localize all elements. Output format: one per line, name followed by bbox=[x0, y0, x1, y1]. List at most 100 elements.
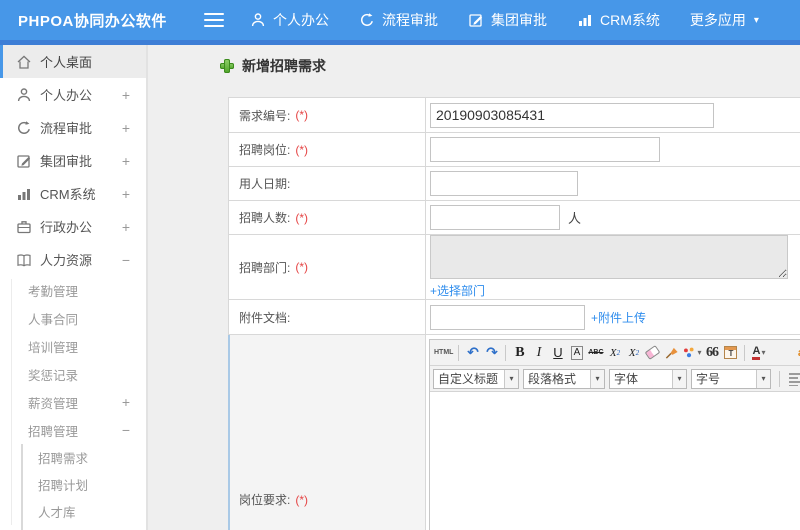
field-label: 岗位要求: (*) bbox=[228, 335, 426, 530]
expand-icon[interactable]: + bbox=[122, 153, 130, 169]
book-icon bbox=[16, 252, 32, 268]
sidebar-item-label: 招聘需求 bbox=[38, 452, 89, 466]
hamburger-menu-icon[interactable] bbox=[204, 13, 224, 27]
required-mark: (*) bbox=[295, 210, 309, 225]
strikethrough-button[interactable]: ABC bbox=[587, 343, 604, 363]
collapse-icon[interactable]: − bbox=[122, 422, 130, 438]
sidebar-item-reward-punishment[interactable]: 奖惩记录 bbox=[0, 360, 146, 388]
chevron-down-icon: ▾ bbox=[697, 348, 702, 357]
hire-date-input[interactable] bbox=[430, 171, 578, 196]
main-content: 新增招聘需求 需求编号: (*) 招聘岗位: (*) bbox=[148, 45, 800, 530]
attachment-input[interactable] bbox=[430, 304, 585, 330]
workflow-icon bbox=[359, 12, 375, 28]
blockquote-button[interactable]: 66 bbox=[703, 343, 720, 363]
clear-format-button[interactable] bbox=[663, 343, 680, 363]
nav-crm-system[interactable]: CRM系统 bbox=[577, 10, 660, 30]
sidebar-item-salary-mgmt[interactable]: 薪资管理 + bbox=[0, 388, 146, 416]
headcount-input[interactable] bbox=[430, 205, 560, 230]
undo-button[interactable]: ↶ bbox=[464, 343, 481, 363]
expand-icon[interactable]: + bbox=[122, 120, 130, 136]
sidebar-item-recruit-plan[interactable]: 招聘计划 bbox=[0, 471, 146, 498]
page-title: 新增招聘需求 bbox=[220, 55, 800, 77]
briefcase-icon bbox=[16, 219, 32, 235]
expand-icon[interactable]: + bbox=[122, 219, 130, 235]
sidebar-item-label: 薪资管理 bbox=[28, 396, 79, 411]
upload-attachment-link[interactable]: +附件上传 bbox=[591, 309, 646, 326]
required-mark: (*) bbox=[295, 260, 309, 274]
superscript-button[interactable]: X2 bbox=[606, 343, 623, 363]
html-source-button[interactable]: HTML bbox=[434, 343, 453, 363]
color-palette-button[interactable]: ▾ bbox=[682, 343, 701, 363]
italic-button[interactable]: I bbox=[530, 343, 547, 363]
sidebar-item-personal-office[interactable]: 个人办公 + bbox=[0, 78, 146, 111]
sidebar-item-attendance-mgmt[interactable]: 考勤管理 bbox=[0, 276, 146, 304]
sidebar-item-recruit-demand[interactable]: 招聘需求 bbox=[0, 444, 146, 471]
underline-button[interactable]: U bbox=[549, 343, 566, 363]
font-family-select[interactable]: 字体 ▾ bbox=[609, 368, 687, 389]
sidebar-item-crm-system[interactable]: CRM系统 + bbox=[0, 177, 146, 210]
field-label: 招聘岗位: (*) bbox=[229, 133, 426, 166]
sidebar-item-admin-office[interactable]: 行政办公 + bbox=[0, 210, 146, 243]
nav-more-apps[interactable]: 更多应用 ▾ bbox=[690, 10, 759, 30]
sidebar-item-group-approval[interactable]: 集团审批 + bbox=[0, 144, 146, 177]
sidebar-item-label: 流程审批 bbox=[40, 121, 93, 136]
editor-content[interactable] bbox=[430, 392, 800, 530]
department-textarea[interactable] bbox=[430, 235, 788, 279]
toolbar-separator bbox=[458, 344, 460, 361]
sidebar-item-label: 行政办公 bbox=[40, 220, 93, 235]
align-left-button[interactable] bbox=[785, 369, 800, 389]
sidebar-item-training-mgmt[interactable]: 培训管理 bbox=[0, 332, 146, 360]
sidebar-item-personal-desktop[interactable]: 个人桌面 bbox=[0, 45, 146, 78]
editor-toolbar-row1: HTML ↶ ↷ B I U A ABC X2 X2 ▾ 66 T A ▾ bbox=[430, 340, 800, 366]
expand-icon[interactable]: + bbox=[122, 87, 130, 103]
custom-heading-select[interactable]: 自定义标题 ▾ bbox=[433, 368, 519, 389]
sidebar-item-workflow-approval[interactable]: 流程审批 + bbox=[0, 111, 146, 144]
form-row-headcount: 招聘人数: (*) 人 bbox=[229, 201, 800, 235]
nav-workflow-approval[interactable]: 流程审批 bbox=[359, 10, 438, 30]
person-icon bbox=[16, 87, 32, 103]
sidebar-item-recruit-mgmt[interactable]: 招聘管理 − bbox=[0, 416, 146, 444]
form-row-position: 招聘岗位: (*) bbox=[229, 133, 800, 167]
edit-icon bbox=[16, 153, 32, 169]
subscript-button[interactable]: X2 bbox=[625, 343, 642, 363]
position-input[interactable] bbox=[430, 137, 660, 162]
paragraph-format-select[interactable]: 段落格式 ▾ bbox=[523, 368, 605, 389]
sidebar-item-label: 集团审批 bbox=[40, 154, 93, 169]
field-label: 附件文档: bbox=[229, 300, 426, 334]
chevron-down-icon: ▾ bbox=[504, 369, 518, 388]
sidebar-item-talent-pool[interactable]: 人才库 bbox=[0, 498, 146, 525]
form-row-job-requirement: 岗位要求: (*) HTML ↶ ↷ B I U A ABC X 2 X 2 ▾… bbox=[228, 335, 800, 530]
expand-icon[interactable]: + bbox=[122, 394, 130, 410]
sidebar-item-label: 招聘计划 bbox=[38, 479, 89, 493]
sidebar-item-label: 个人桌面 bbox=[40, 55, 93, 70]
paste-as-text-button[interactable]: T bbox=[722, 343, 739, 363]
sidebar-item-human-resources[interactable]: 人力资源 − bbox=[0, 243, 146, 276]
clipboard-icon: T bbox=[724, 346, 738, 359]
align-left-icon bbox=[789, 372, 800, 386]
font-size-select[interactable]: 字号 ▾ bbox=[691, 368, 771, 389]
bar-chart-icon bbox=[577, 12, 593, 28]
eraser-button[interactable] bbox=[644, 343, 661, 363]
select-department-link[interactable]: +选择部门 bbox=[430, 282, 485, 299]
recruit-submenu: 招聘需求 招聘计划 人才库 bbox=[0, 444, 146, 530]
nav-personal-office[interactable]: 个人办公 bbox=[250, 10, 329, 30]
unit-suffix: 人 bbox=[568, 211, 582, 226]
nav-group-approval[interactable]: 集团审批 bbox=[468, 10, 547, 30]
form-row-hire-date: 用人日期: bbox=[229, 167, 800, 201]
font-frame-button[interactable]: A bbox=[570, 345, 584, 360]
required-mark: (*) bbox=[295, 142, 309, 157]
sidebar: 个人桌面 个人办公 + 流程审批 + 集团审批 + CRM系统 + 行政办公 +… bbox=[0, 45, 148, 530]
expand-icon[interactable]: + bbox=[122, 186, 130, 202]
redo-button[interactable]: ↷ bbox=[483, 343, 500, 363]
rich-text-editor: HTML ↶ ↷ B I U A ABC X2 X2 ▾ 66 T A ▾ 自定… bbox=[429, 339, 800, 530]
eraser-icon bbox=[645, 345, 661, 360]
bold-button[interactable]: B bbox=[511, 343, 528, 363]
font-color-button[interactable]: A ▾ bbox=[750, 343, 767, 363]
sidebar-item-label: 考勤管理 bbox=[28, 284, 79, 299]
hr-submenu: 考勤管理 人事合同 培训管理 奖惩记录 薪资管理 + 招聘管理 − 招聘需求 招… bbox=[0, 276, 146, 530]
chevron-down-icon: ▾ bbox=[761, 348, 766, 357]
sidebar-item-hr-contract[interactable]: 人事合同 bbox=[0, 304, 146, 332]
collapse-icon[interactable]: − bbox=[122, 252, 130, 268]
demand-no-input[interactable] bbox=[430, 102, 714, 128]
background-color-button[interactable]: a bbox=[792, 343, 800, 363]
